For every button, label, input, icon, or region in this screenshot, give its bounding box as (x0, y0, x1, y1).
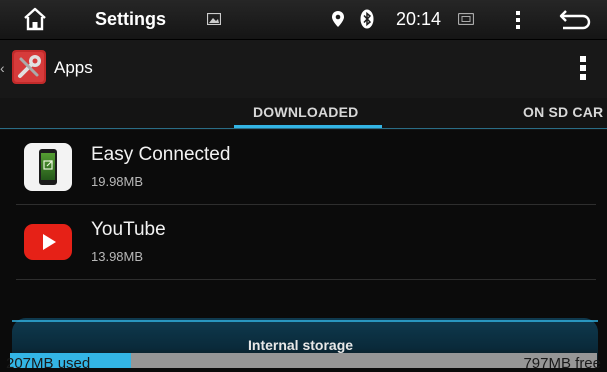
settings-app-icon[interactable] (12, 50, 46, 84)
up-caret-icon[interactable]: ‹ (0, 60, 5, 76)
storage-used-text: 207MB used (6, 355, 91, 372)
back-icon[interactable] (558, 8, 592, 32)
status-bar: Settings 20:14 (0, 0, 607, 40)
list-item-easy-connected[interactable]: Easy Connected 19.98MB (16, 130, 596, 204)
tab-divider (0, 128, 607, 129)
app-name: Easy Connected (91, 144, 231, 165)
tab-strip: DOWNLOADED ON SD CAR (0, 98, 607, 130)
status-bar-time: 20:14 (396, 9, 442, 29)
more-options-icon[interactable] (515, 10, 521, 30)
action-bar: ‹ Apps (0, 40, 607, 98)
app-name: YouTube (91, 219, 166, 240)
home-icon[interactable] (22, 6, 48, 32)
youtube-icon (24, 224, 72, 260)
gallery-notification-icon (207, 13, 221, 25)
bluetooth-icon (360, 9, 374, 29)
sd-card-icon (458, 13, 474, 25)
storage-accent-line (12, 320, 598, 322)
status-bar-title: Settings (95, 9, 167, 29)
page-title: Apps (54, 58, 93, 77)
tab-on-sd-card[interactable]: ON SD CAR (523, 104, 603, 120)
storage-free-text: 797MB free (523, 355, 601, 372)
storage-bar (10, 353, 597, 368)
list-divider (16, 279, 596, 280)
tab-downloaded[interactable]: DOWNLOADED (253, 104, 358, 120)
location-icon (332, 11, 344, 27)
list-item-youtube[interactable]: YouTube 13.98MB (16, 205, 596, 279)
app-size: 13.98MB (91, 249, 144, 264)
app-size: 19.98MB (91, 174, 144, 189)
easy-connected-icon (24, 143, 72, 191)
storage-label: Internal storage (248, 337, 354, 353)
overflow-menu-icon[interactable] (579, 55, 587, 81)
